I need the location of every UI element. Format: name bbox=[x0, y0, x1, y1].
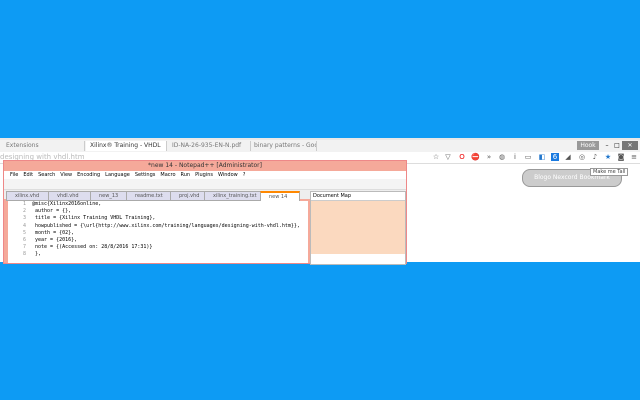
notepad-title: *new 14 - Notepad++ [Administrator] bbox=[148, 162, 262, 169]
menu-search[interactable]: Search bbox=[38, 172, 55, 178]
menu-bar: File Edit Search View Encoding Language Settin… bbox=[4, 171, 406, 179]
code-line: @misc{Xilinx2016online, bbox=[32, 201, 102, 207]
star-list-icon[interactable]: ★ bbox=[604, 153, 612, 161]
code-line: year = {2016}, bbox=[32, 237, 78, 244]
document-map-preview[interactable] bbox=[311, 201, 405, 254]
pocket-icon[interactable]: ▽ bbox=[444, 153, 452, 161]
menu-plugins[interactable]: Plugins bbox=[195, 172, 213, 178]
menu-file[interactable]: File bbox=[10, 172, 18, 178]
menu-icon[interactable]: ≡ bbox=[630, 153, 638, 161]
menu-settings[interactable]: Settings bbox=[135, 172, 156, 178]
tab-bar: Extensions Xilinx® Training - VHDL ID-NA… bbox=[0, 138, 640, 152]
menu-language[interactable]: Language bbox=[105, 172, 130, 178]
menu-edit[interactable]: Edit bbox=[23, 172, 33, 178]
tall-icon[interactable]: ◙ bbox=[617, 153, 625, 161]
adblock-icon[interactable]: ⛔ bbox=[471, 153, 480, 161]
menu-help[interactable]: ? bbox=[243, 172, 246, 178]
browser-window: Extensions Xilinx® Training - VHDL ID-NA… bbox=[0, 138, 640, 265]
doc-tab[interactable]: vhdl.vhd bbox=[48, 191, 96, 201]
forward-icon[interactable]: » bbox=[485, 153, 493, 161]
tab-extensions[interactable]: Extensions bbox=[2, 141, 85, 151]
menu-view[interactable]: View bbox=[60, 172, 72, 178]
close-button[interactable]: ✕ bbox=[622, 141, 638, 150]
bookmark-star-icon[interactable]: ☆ bbox=[432, 153, 440, 161]
menu-run[interactable]: Run bbox=[181, 172, 191, 178]
extension-icon[interactable]: ◍ bbox=[498, 153, 506, 161]
profile-button[interactable]: Hook bbox=[577, 141, 599, 150]
code-line: }, bbox=[32, 251, 42, 258]
info-icon[interactable]: i bbox=[511, 153, 519, 161]
opera-icon[interactable]: O bbox=[458, 153, 466, 161]
chart-icon[interactable]: ◢ bbox=[564, 153, 572, 161]
copy-icon[interactable]: ◧ bbox=[538, 153, 546, 161]
menu-macro[interactable]: Macro bbox=[160, 172, 175, 178]
toolbar[interactable] bbox=[4, 179, 406, 190]
music-icon[interactable]: ♪ bbox=[591, 153, 599, 161]
menu-window[interactable]: Window bbox=[218, 172, 238, 178]
menu-encoding[interactable]: Encoding bbox=[77, 172, 100, 178]
doc-tab[interactable]: xilinx.vhd bbox=[6, 191, 54, 201]
maximize-button[interactable]: □ bbox=[612, 141, 622, 150]
code-line: month = {02}, bbox=[32, 229, 75, 236]
code-line: author = {}, bbox=[32, 208, 72, 215]
code-line: howpublished = {\url{http://www.xilinx.c… bbox=[32, 222, 300, 229]
tab-google[interactable]: binary patterns - Google bbox=[250, 141, 317, 151]
doc-tab[interactable]: xilinx_training.txt bbox=[204, 191, 266, 201]
document-map-title: Document Map bbox=[311, 192, 405, 201]
minimize-button[interactable]: – bbox=[602, 141, 612, 150]
editor[interactable]: 1 @misc{Xilinx2016online, 2 author = {}, … bbox=[8, 201, 308, 263]
notepad-window: *new 14 - Notepad++ [Administrator] File… bbox=[3, 160, 407, 265]
tooltip: Make me Tall bbox=[590, 168, 629, 176]
document-map[interactable]: Document Map bbox=[310, 191, 406, 265]
code-line: note = {(Accessed on: 28/8/2016 17:31)} bbox=[32, 244, 153, 251]
code-line: title = {Xilinx Training VHDL Training}, bbox=[32, 215, 156, 222]
doc-tab[interactable]: readme.txt bbox=[126, 191, 176, 201]
screen-icon[interactable]: ▭ bbox=[524, 153, 532, 161]
tab-pdf[interactable]: ID-NA-26-935-EN-N.pdf bbox=[168, 141, 251, 151]
clock-icon[interactable]: ◎ bbox=[578, 153, 586, 161]
tab-xilinx-training[interactable]: Xilinx® Training - VHDL bbox=[86, 141, 167, 151]
six-icon[interactable]: 6 bbox=[551, 153, 559, 161]
